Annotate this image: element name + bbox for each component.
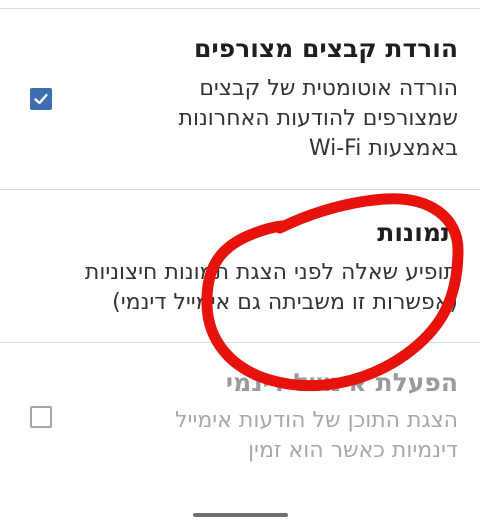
checkmark-icon [34, 93, 48, 105]
images-title: תמונות [377, 218, 458, 247]
section-divider [0, 342, 480, 343]
attachments-checkbox[interactable] [30, 88, 52, 110]
top-divider [0, 8, 480, 9]
attachments-description-line: באמצעות Wi-Fi [308, 136, 458, 161]
dynamic-email-description-line: דינמיות כאשר הוא זמין [248, 438, 458, 463]
dynamic-email-setting: הפעלת אימייל דינמי הצגת התוכן של הודעות … [0, 360, 480, 480]
images-description: תופיע שאלה לפני הצגת תמונות חיצוניות (אפ… [85, 258, 458, 318]
section-divider [0, 189, 480, 190]
dynamic-email-description: הצגת התוכן של הודעות אימייל דינמיות כאשר… [175, 406, 458, 466]
attachments-description: הורדה אוטומטית של קבצים שמצורפים להודעות… [179, 74, 458, 164]
dynamic-email-checkbox [30, 406, 52, 428]
attachments-setting[interactable]: הורדת קבצים מצורפים הורדה אוטומטית של קב… [0, 28, 480, 178]
dynamic-email-description-line: הצגת התוכן של הודעות אימייל [175, 408, 458, 433]
attachments-description-line: שמצורפים להודעות האחרונות [178, 106, 458, 131]
dynamic-email-title: הפעלת אימייל דינמי [225, 368, 458, 397]
gesture-nav-handle[interactable] [193, 513, 288, 517]
attachments-title: הורדת קבצים מצורפים [194, 34, 458, 63]
attachments-description-line: הורדה אוטומטית של קבצים [199, 76, 458, 101]
images-setting[interactable]: תמונות תופיע שאלה לפני הצגת תמונות חיצונ… [0, 210, 480, 320]
images-description-line: (אפשרות זו משביתה גם אימייל דינמי) [112, 290, 458, 315]
images-description-line: תופיע שאלה לפני הצגת תמונות חיצוניות [84, 260, 458, 285]
settings-screen: הורדת קבצים מצורפים הורדה אוטומטית של קב… [0, 0, 480, 523]
